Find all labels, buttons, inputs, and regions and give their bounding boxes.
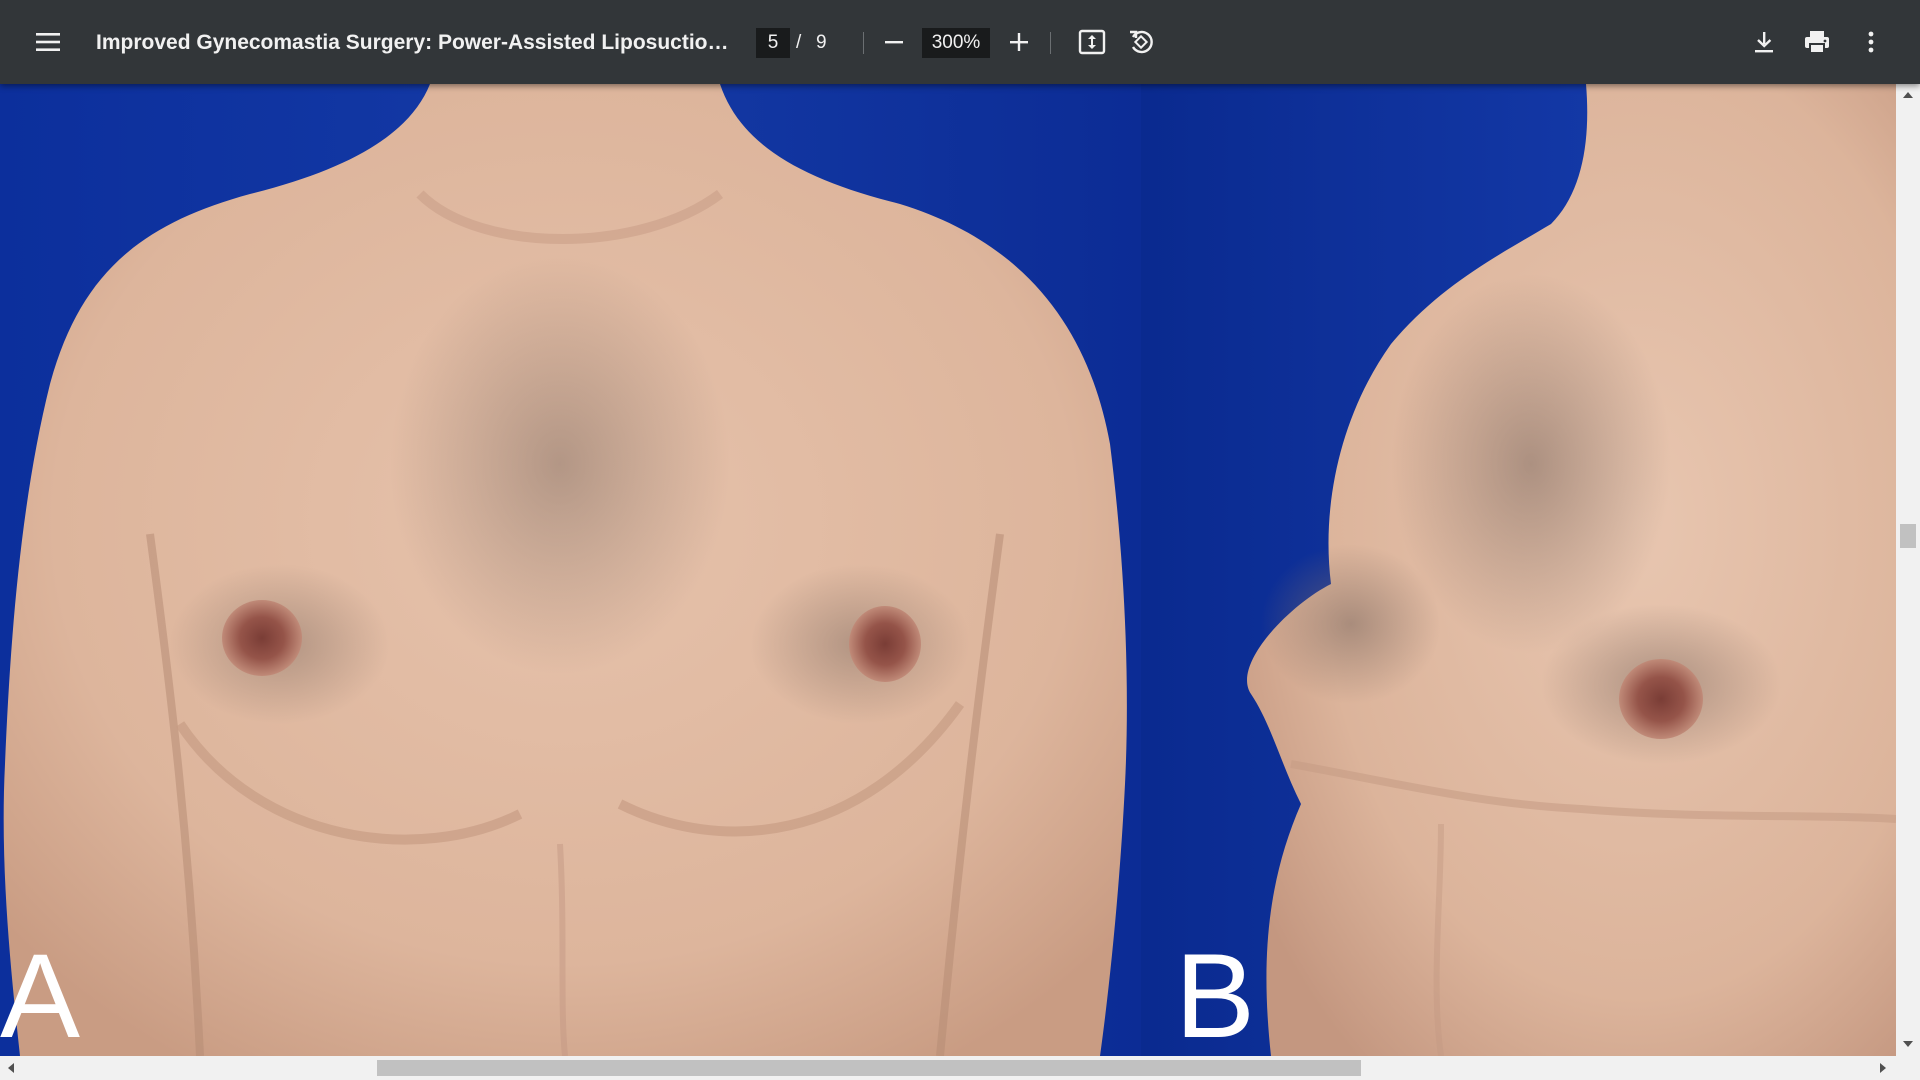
hamburger-menu-icon[interactable]: [28, 22, 68, 62]
page-total: 9: [816, 32, 827, 53]
horizontal-scroll-thumb[interactable]: [377, 1060, 1361, 1076]
rotate-counterclockwise-icon[interactable]: [1121, 22, 1161, 62]
frontal-chest-photo: [3, 84, 1127, 1056]
toolbar-divider: [1050, 32, 1051, 54]
pdf-toolbar: Improved Gynecomastia Surgery: Power-Ass…: [0, 0, 1920, 84]
figure-panel-a: A: [0, 84, 1141, 1056]
vertical-scrollbar[interactable]: [1896, 84, 1920, 1056]
fit-to-page-icon[interactable]: [1072, 22, 1112, 62]
scroll-down-icon[interactable]: [1903, 1041, 1913, 1047]
document-viewport[interactable]: A B: [0, 84, 1896, 1056]
figure-label-a: A: [0, 929, 81, 1056]
page-separator: /: [796, 32, 802, 53]
toolbar-divider: [863, 32, 864, 54]
figure-panel-b: B: [1141, 84, 1896, 1056]
plus-icon[interactable]: [999, 22, 1039, 62]
page-number-input[interactable]: 5: [756, 28, 790, 58]
document-title: Improved Gynecomastia Surgery: Power-Ass…: [96, 31, 736, 54]
download-icon[interactable]: [1744, 22, 1784, 62]
oblique-chest-photo: [1247, 84, 1896, 1056]
more-vertical-icon[interactable]: [1851, 22, 1891, 62]
minus-icon[interactable]: [874, 22, 914, 62]
vertical-scroll-thumb[interactable]: [1900, 524, 1916, 548]
print-icon[interactable]: [1797, 22, 1837, 62]
scroll-left-icon[interactable]: [8, 1063, 14, 1073]
scroll-right-icon[interactable]: [1880, 1063, 1886, 1073]
zoom-level-input[interactable]: 300%: [922, 28, 990, 58]
horizontal-scrollbar[interactable]: [0, 1056, 1920, 1080]
scroll-up-icon[interactable]: [1903, 92, 1913, 98]
figure-label-b: B: [1175, 929, 1256, 1056]
